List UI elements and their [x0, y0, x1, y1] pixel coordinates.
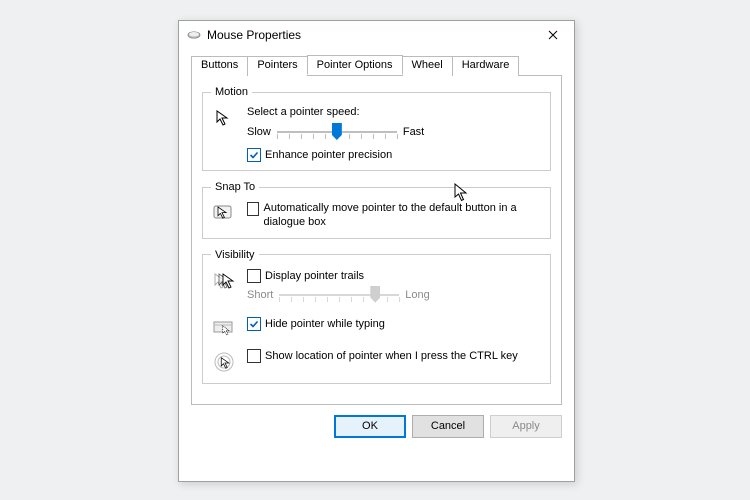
tab-wheel[interactable]: Wheel	[402, 56, 453, 76]
cancel-button[interactable]: Cancel	[412, 415, 484, 438]
dialog-button-bar: OK Cancel Apply	[179, 405, 574, 446]
trails-short-label: Short	[247, 289, 273, 301]
snap-to-icon	[211, 201, 239, 227]
group-motion: Motion Select a pointer speed: Slow	[202, 86, 551, 171]
trails-icon	[211, 269, 239, 293]
group-visibility: Visibility	[202, 249, 551, 384]
motion-icon	[211, 106, 239, 130]
group-motion-legend: Motion	[211, 86, 252, 98]
check-icon	[249, 319, 259, 329]
mouse-icon	[187, 30, 201, 40]
window-title: Mouse Properties	[207, 28, 538, 42]
tab-buttons[interactable]: Buttons	[191, 56, 248, 76]
titlebar: Mouse Properties	[179, 21, 574, 49]
ctrl-locate-icon	[211, 349, 239, 375]
tab-pointers[interactable]: Pointers	[247, 56, 307, 76]
snap-to-checkbox[interactable]: Automatically move pointer to the defaul…	[247, 201, 542, 230]
hide-typing-checkbox[interactable]: Hide pointer while typing	[247, 317, 385, 331]
speed-label: Select a pointer speed:	[247, 106, 542, 118]
mouse-properties-dialog: Mouse Properties Buttons Pointers Pointe…	[178, 20, 575, 482]
trails-label: Display pointer trails	[265, 270, 364, 282]
group-snap-to: Snap To Automatically move pointer to th…	[202, 181, 551, 239]
ctrl-locate-label: Show location of pointer when I press th…	[265, 350, 518, 362]
tab-strip: Buttons Pointers Pointer Options Wheel H…	[191, 55, 562, 76]
pointer-speed-slider[interactable]	[277, 122, 397, 142]
ok-button[interactable]: OK	[334, 415, 406, 438]
apply-button[interactable]: Apply	[490, 415, 562, 438]
tab-pointer-options[interactable]: Pointer Options	[307, 55, 403, 75]
hide-typing-icon	[211, 317, 239, 339]
close-icon	[548, 30, 558, 40]
enhance-precision-checkbox[interactable]: Enhance pointer precision	[247, 148, 542, 162]
snap-to-label: Automatically move pointer to the defaul…	[263, 201, 542, 230]
trails-long-label: Long	[405, 289, 429, 301]
close-button[interactable]	[538, 23, 568, 47]
trails-checkbox[interactable]: Display pointer trails	[247, 269, 542, 283]
enhance-precision-label: Enhance pointer precision	[265, 149, 392, 161]
ctrl-locate-checkbox[interactable]: Show location of pointer when I press th…	[247, 349, 518, 363]
check-icon	[249, 150, 259, 160]
fast-label: Fast	[403, 126, 424, 138]
hide-typing-label: Hide pointer while typing	[265, 318, 385, 330]
tab-hardware[interactable]: Hardware	[452, 56, 520, 76]
tab-page-pointer-options: Motion Select a pointer speed: Slow	[191, 76, 562, 405]
slow-label: Slow	[247, 126, 271, 138]
group-visibility-legend: Visibility	[211, 249, 259, 261]
trails-length-slider	[279, 285, 399, 305]
group-snap-to-legend: Snap To	[211, 181, 259, 193]
